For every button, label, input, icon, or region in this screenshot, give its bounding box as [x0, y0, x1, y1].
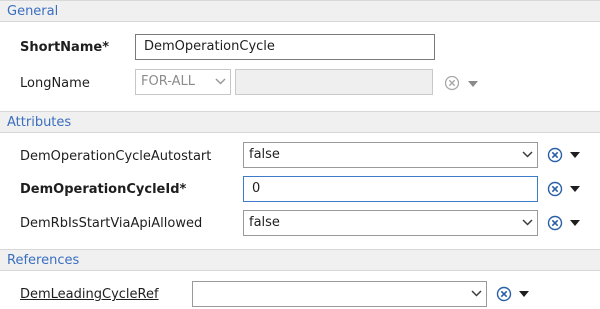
short-name-input[interactable]: DemOperationCycle — [135, 34, 435, 60]
cycle-id-input[interactable]: 0 — [243, 176, 538, 202]
long-name-language-value: FOR-ALL — [141, 74, 195, 89]
dropdown-arrow-icon[interactable] — [519, 291, 529, 297]
chevron-down-icon — [210, 70, 230, 94]
start-via-api-label: DemRbIsStartViaApiAllowed — [20, 216, 203, 231]
autostart-value: false — [249, 147, 280, 162]
section-attributes-header: Attributes — [0, 111, 600, 133]
leading-cycle-ref-link[interactable]: DemLeadingCycleRef — [20, 287, 159, 303]
long-name-language-select[interactable]: FOR-ALL — [135, 69, 231, 95]
chevron-down-icon — [466, 282, 486, 306]
section-references-title: References — [7, 253, 80, 268]
remove-value-icon[interactable] — [547, 147, 563, 163]
leading-cycle-ref-select[interactable] — [192, 281, 487, 307]
section-attributes-title: Attributes — [7, 115, 72, 130]
cycle-id-label: DemOperationCycleId* — [20, 182, 187, 197]
long-name-label: LongName — [20, 76, 90, 91]
long-name-input — [235, 69, 433, 95]
section-general-title: General — [7, 4, 59, 19]
dropdown-arrow-icon[interactable] — [570, 152, 580, 158]
chevron-down-icon — [517, 211, 537, 235]
section-references-header: References — [0, 249, 600, 271]
start-via-api-value: false — [249, 215, 280, 230]
chevron-down-icon — [517, 143, 537, 167]
remove-value-icon — [444, 75, 460, 91]
remove-value-icon[interactable] — [547, 215, 563, 231]
dropdown-arrow-icon[interactable] — [570, 220, 580, 226]
start-via-api-select[interactable]: false — [243, 210, 538, 236]
dropdown-arrow-icon[interactable] — [570, 186, 580, 192]
autostart-label: DemOperationCycleAutostart — [20, 149, 212, 164]
dropdown-arrow-icon — [468, 81, 478, 87]
short-name-label: ShortName* — [20, 40, 109, 55]
remove-value-icon[interactable] — [547, 181, 563, 197]
autostart-select[interactable]: false — [243, 142, 538, 168]
remove-value-icon[interactable] — [496, 286, 512, 302]
section-general-header: General — [0, 0, 600, 22]
